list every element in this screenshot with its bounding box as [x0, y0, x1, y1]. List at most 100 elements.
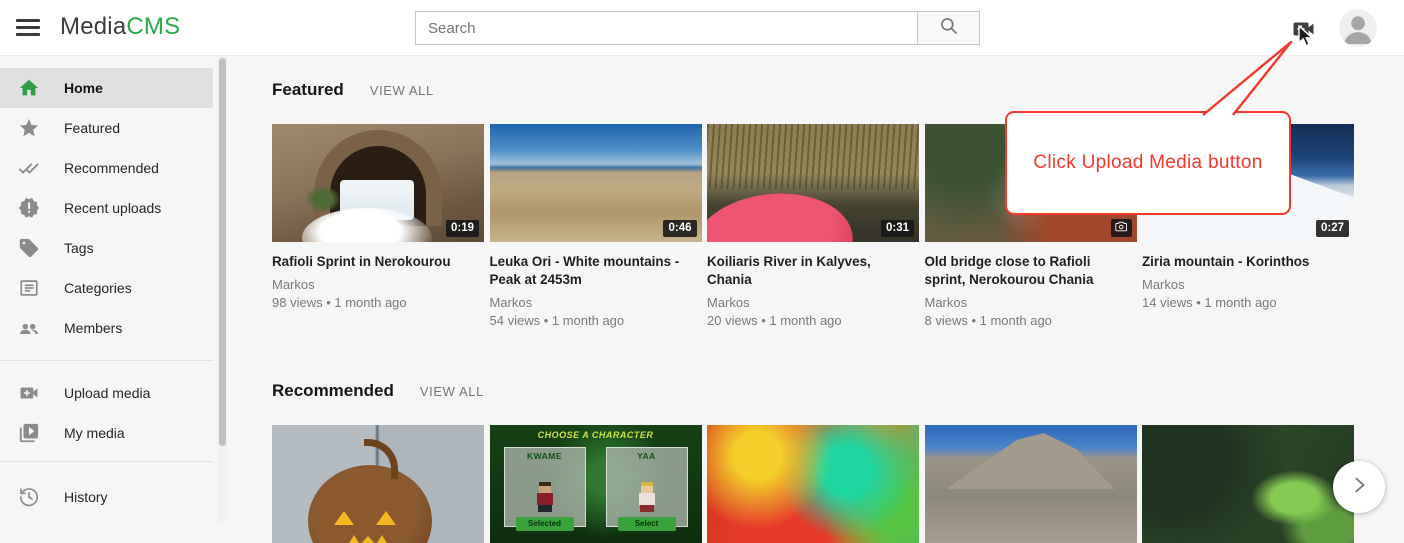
thumbnail-game-title: CHOOSE A CHARACTER: [490, 430, 702, 440]
sidebar-item-label: Members: [64, 320, 122, 336]
sidebar-item-my-media[interactable]: My media: [0, 413, 213, 453]
thumbnail-art: [334, 511, 354, 525]
video-title[interactable]: Old bridge close to Rafioli sprint, Nero…: [925, 253, 1131, 289]
search-button[interactable]: [917, 11, 980, 45]
video-thumbnail[interactable]: [272, 425, 484, 543]
featured-view-all-link[interactable]: VIEW ALL: [370, 83, 434, 98]
sidebar-divider: [0, 461, 213, 462]
video-meta: 8 views • 1 month ago: [925, 312, 1137, 330]
star-icon: [17, 116, 41, 140]
categories-icon: [17, 276, 41, 300]
thumbnail-character-name: KWAME: [505, 451, 585, 461]
video-thumbnail[interactable]: [707, 425, 919, 543]
sidebar-item-history[interactable]: History: [0, 477, 213, 517]
menu-icon[interactable]: [16, 19, 40, 37]
media-card: [1142, 425, 1354, 543]
sidebar-item-categories[interactable]: Categories: [0, 268, 213, 308]
carousel-next-button[interactable]: [1333, 461, 1385, 513]
media-card: 0:46 Leuka Ori - White mountains - Peak …: [490, 124, 702, 330]
search-icon: [939, 16, 959, 41]
tag-icon: [17, 236, 41, 260]
video-library-icon: [17, 421, 41, 445]
sidebar-item-label: Upload media: [64, 385, 150, 401]
video-meta: 54 views • 1 month ago: [490, 312, 702, 330]
chevron-right-icon: [1348, 474, 1370, 501]
video-thumbnail[interactable]: [1142, 425, 1354, 543]
featured-section-header: Featured VIEW ALL: [272, 80, 434, 100]
sidebar-item-recommended[interactable]: Recommended: [0, 148, 213, 188]
video-author[interactable]: Markos: [1142, 276, 1354, 294]
sidebar-item-label: Home: [64, 80, 103, 96]
duration-badge: 0:27: [1316, 220, 1349, 237]
thumbnail-art: [947, 433, 1115, 489]
sidebar-item-label: My media: [64, 425, 125, 441]
section-title-featured: Featured: [272, 80, 344, 100]
annotation-text: Click Upload Media button: [1033, 152, 1262, 174]
thumbnail-art: [707, 186, 858, 242]
thumbnail-character-name: YAA: [607, 451, 687, 461]
home-icon: [17, 76, 41, 100]
sidebar-item-members[interactable]: Members: [0, 308, 213, 348]
thumbnail-button-label: Select: [618, 517, 676, 531]
sidebar-item-home[interactable]: Home: [0, 68, 213, 108]
video-thumbnail[interactable]: 0:19: [272, 124, 484, 242]
sidebar-item-upload-media[interactable]: Upload media: [0, 373, 213, 413]
video-thumbnail[interactable]: 0:46: [490, 124, 702, 242]
video-thumbnail[interactable]: CHOOSE A CHARACTER KWAME YAA Selected Se…: [490, 425, 702, 543]
new-releases-icon: [17, 196, 41, 220]
video-title[interactable]: Leuka Ori - White mountains - Peak at 24…: [490, 253, 696, 289]
sidebar-scrollbar[interactable]: [217, 56, 228, 522]
members-icon: [17, 316, 41, 340]
search-bar: [415, 11, 980, 45]
video-author[interactable]: Markos: [490, 294, 702, 312]
search-input[interactable]: [415, 11, 917, 45]
video-thumbnail[interactable]: [925, 425, 1137, 543]
sidebar-item-label: History: [64, 489, 108, 505]
thumbnail-art: [364, 439, 398, 479]
sidebar-divider: [0, 360, 213, 361]
sidebar-item-label: Recommended: [64, 160, 159, 176]
thumbnail-art: [376, 511, 396, 525]
video-thumbnail[interactable]: 0:31: [707, 124, 919, 242]
video-title[interactable]: Koiliaris River in Kalyves, Chania: [707, 253, 913, 289]
media-card: [707, 425, 919, 543]
video-author[interactable]: Markos: [707, 294, 919, 312]
duration-badge: 0:31: [881, 220, 914, 237]
video-meta: 98 views • 1 month ago: [272, 294, 484, 312]
scrollbar-thumb[interactable]: [219, 58, 226, 446]
done-all-icon: [17, 156, 41, 180]
sidebar-item-label: Categories: [64, 280, 132, 296]
thumbnail-art: [639, 482, 655, 512]
video-title[interactable]: Rafioli Sprint in Nerokourou: [272, 253, 478, 271]
media-card: 0:31 Koiliaris River in Kalyves, Chania …: [707, 124, 919, 330]
duration-badge: 0:46: [663, 220, 696, 237]
sidebar: Home Featured Recommended Recent uploads…: [0, 56, 213, 522]
video-title[interactable]: Ziria mountain - Korinthos: [1142, 253, 1348, 271]
user-avatar[interactable]: [1339, 9, 1377, 47]
annotation-arrow: [1188, 36, 1300, 116]
annotation-tooltip: Click Upload Media button: [1005, 111, 1291, 215]
video-author[interactable]: Markos: [272, 276, 484, 294]
recommended-row: CHOOSE A CHARACTER KWAME YAA Selected Se…: [272, 425, 1354, 543]
sidebar-item-recent-uploads[interactable]: Recent uploads: [0, 188, 213, 228]
sidebar-item-tags[interactable]: Tags: [0, 228, 213, 268]
thumbnail-art: [707, 124, 919, 189]
thumbnail-art: [306, 186, 340, 212]
logo-cms: CMS: [126, 13, 180, 40]
sidebar-item-label: Tags: [64, 240, 94, 256]
media-card: CHOOSE A CHARACTER KWAME YAA Selected Se…: [490, 425, 702, 543]
app-logo[interactable]: MediaCMS: [60, 13, 180, 41]
recommended-section-header: Recommended VIEW ALL: [272, 381, 484, 401]
sidebar-item-featured[interactable]: Featured: [0, 108, 213, 148]
media-card: 0:19 Rafioli Sprint in Nerokourou Markos…: [272, 124, 484, 330]
video-author[interactable]: Markos: [925, 294, 1137, 312]
media-card: [272, 425, 484, 543]
video-meta: 14 views • 1 month ago: [1142, 294, 1354, 312]
thumbnail-art: [348, 535, 388, 543]
history-icon: [17, 485, 41, 509]
photo-camera-icon: [1111, 219, 1132, 237]
recommended-view-all-link[interactable]: VIEW ALL: [420, 384, 484, 399]
video-meta: 20 views • 1 month ago: [707, 312, 919, 330]
section-title-recommended: Recommended: [272, 381, 394, 401]
sidebar-item-label: Recent uploads: [64, 200, 161, 216]
